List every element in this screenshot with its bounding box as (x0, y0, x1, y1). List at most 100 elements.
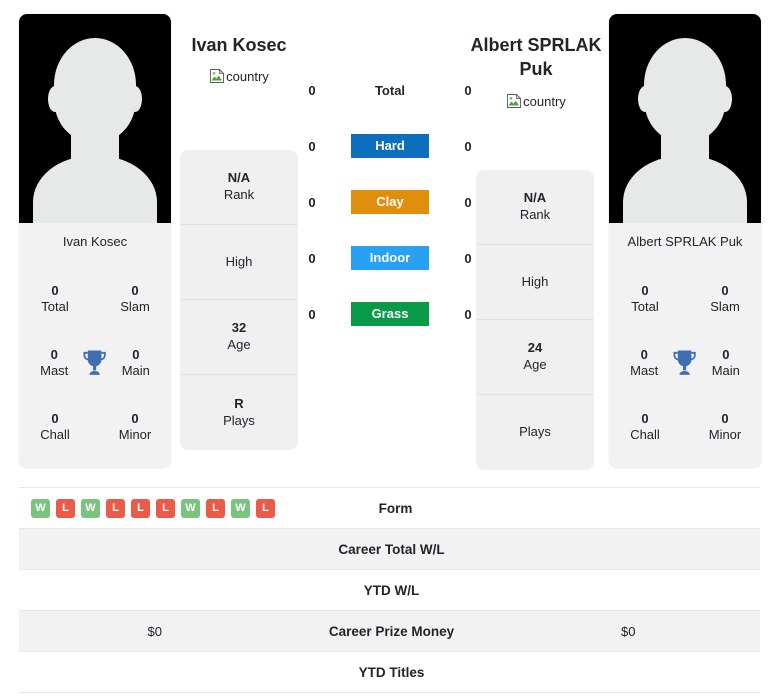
info-label: High (521, 273, 549, 289)
career-stats-table: W L W L L L W L W L Form Career Total W/… (19, 487, 760, 693)
info-plays-left: R Plays (180, 375, 298, 450)
trophy-value: 0 (131, 282, 139, 298)
surface-row-grass: 0 Grass 0 (300, 286, 480, 342)
form-badge: L (206, 498, 225, 518)
trophy-value: 0 (51, 410, 59, 426)
info-value: N/A (523, 190, 547, 206)
player-info-card-left: N/A Rank High 32 Age R Plays (180, 150, 298, 450)
player-country-label-right: country (523, 94, 566, 109)
player-name-right: Albert SPRLAK Puk (470, 35, 602, 80)
surface-label-hard: Hard (351, 134, 429, 158)
player-name-left: Ivan Kosec (191, 35, 287, 55)
silhouette-ear-right-icon (718, 86, 732, 112)
career-prize-money-left: $0 (147, 623, 162, 639)
trophy-label: Minor (118, 427, 152, 442)
player-country-label-left: country (226, 69, 269, 84)
trophy-label: Chall (630, 427, 660, 442)
trophy-stat-main-left: 0 Main (109, 347, 163, 380)
trophy-stat-total-right: 0 Total (617, 283, 673, 316)
surface-row-indoor: 0 Indoor 0 (300, 230, 480, 286)
trophy-value: 0 (131, 410, 139, 426)
surface-label-grass: Grass (351, 302, 429, 326)
info-age-right: 24 Age (476, 320, 594, 395)
trophy-label: Main (121, 363, 150, 378)
form-badge: W (81, 498, 100, 518)
form-badge: W (31, 498, 50, 518)
trophy-row: 0 Chall 0 Minor (19, 395, 171, 459)
surface-score-right: 0 (464, 138, 472, 154)
silhouette-ear-right-icon (128, 86, 142, 112)
surface-row-hard: 0 Hard 0 (300, 118, 480, 174)
trophy-value: 0 (51, 282, 59, 298)
surface-comparison-column: 0 Total 0 0 Hard 0 0 Clay 0 0 Indoor 0 0… (300, 62, 480, 342)
info-high-left: High (180, 225, 298, 300)
trophy-row: 0 Chall 0 Minor (609, 395, 761, 459)
table-row-ytd-wl: YTD W/L (19, 570, 760, 611)
trophy-stat-chall-right: 0 Chall (617, 411, 673, 444)
trophy-value: 0 (132, 346, 140, 362)
trophy-stat-minor-right: 0 Minor (697, 411, 753, 444)
trophy-value: 0 (641, 410, 649, 426)
silhouette-body-icon (33, 156, 157, 223)
trophy-row: 0 Total 0 Slam (609, 267, 761, 331)
trophy-label: Total (41, 299, 69, 314)
trophy-label: Chall (40, 427, 70, 442)
surface-score-right: 0 (464, 82, 472, 98)
trophy-stat-main-right: 0 Main (699, 347, 753, 380)
surface-label-clay: Clay (351, 190, 429, 214)
form-badge: L (156, 498, 175, 518)
trophy-stat-slam-right: 0 Slam (697, 283, 753, 316)
info-age-left: 32 Age (180, 300, 298, 375)
trophy-value: 0 (722, 346, 730, 362)
player-info-card-right: N/A Rank High 24 Age Plays (476, 170, 594, 470)
trophy-stats-left: 0 Total 0 Slam 0 Mast 0 Main 0 Chall 0 M… (19, 261, 171, 459)
trophy-value: 0 (640, 346, 648, 362)
info-value: N/A (227, 170, 251, 186)
trophy-stat-mast-right: 0 Mast (617, 347, 671, 380)
trophy-stats-right: 0 Total 0 Slam 0 Mast 0 Main 0 Chall 0 M… (609, 261, 761, 459)
trophy-row: 0 Total 0 Slam (19, 267, 171, 331)
trophy-label: Mast (40, 363, 69, 378)
info-label: Rank (519, 207, 551, 222)
info-label: Age (227, 337, 251, 352)
table-label-ytd-wl: YTD W/L (363, 582, 420, 598)
trophy-value: 0 (721, 410, 729, 426)
form-badges-left: W L W L L L W L W L (31, 498, 275, 518)
surface-score-left: 0 (308, 306, 316, 322)
player-country-right: country (462, 93, 610, 109)
table-row-ytd-titles: YTD Titles (19, 652, 760, 693)
trophy-icon (83, 350, 107, 375)
surface-row-clay: 0 Clay 0 (300, 174, 480, 230)
table-label-form: Form (378, 500, 413, 516)
surface-score-left: 0 (308, 82, 316, 98)
player-country-left: country (165, 68, 313, 84)
surface-label-total: Total (374, 82, 406, 98)
player-avatar-left (19, 14, 171, 223)
table-row-form: W L W L L L W L W L Form (19, 488, 760, 529)
trophy-stat-slam-left: 0 Slam (107, 283, 163, 316)
info-rank-left: N/A Rank (180, 150, 298, 225)
info-label: Age (523, 357, 547, 372)
broken-image-icon (507, 93, 522, 108)
table-row-career-prize-money: $0 Career Prize Money $0 (19, 611, 760, 652)
career-prize-money-right: $0 (621, 623, 636, 639)
player-photo-caption-left: Ivan Kosec (62, 234, 128, 249)
silhouette-ear-left-icon (48, 86, 62, 112)
info-value: 32 (231, 320, 247, 336)
info-plays-right: Plays (476, 395, 594, 470)
trophy-stat-mast-left: 0 Mast (27, 347, 81, 380)
info-label: High (225, 253, 253, 269)
info-label: Rank (223, 187, 255, 202)
trophy-label: Main (711, 363, 740, 378)
surface-score-right: 0 (464, 306, 472, 322)
surface-label-indoor: Indoor (351, 246, 429, 270)
surface-score-left: 0 (308, 194, 316, 210)
player-card-left: Ivan Kosec 0 Total 0 Slam 0 Mast 0 Main … (19, 14, 171, 468)
form-badge: W (231, 498, 250, 518)
form-cell-left: W L W L L L W L W L (19, 498, 291, 518)
info-label: Plays (223, 412, 255, 428)
trophy-value: 0 (50, 346, 58, 362)
silhouette-ear-left-icon (638, 86, 652, 112)
surface-score-right: 0 (464, 194, 472, 210)
broken-image-icon (210, 68, 225, 83)
